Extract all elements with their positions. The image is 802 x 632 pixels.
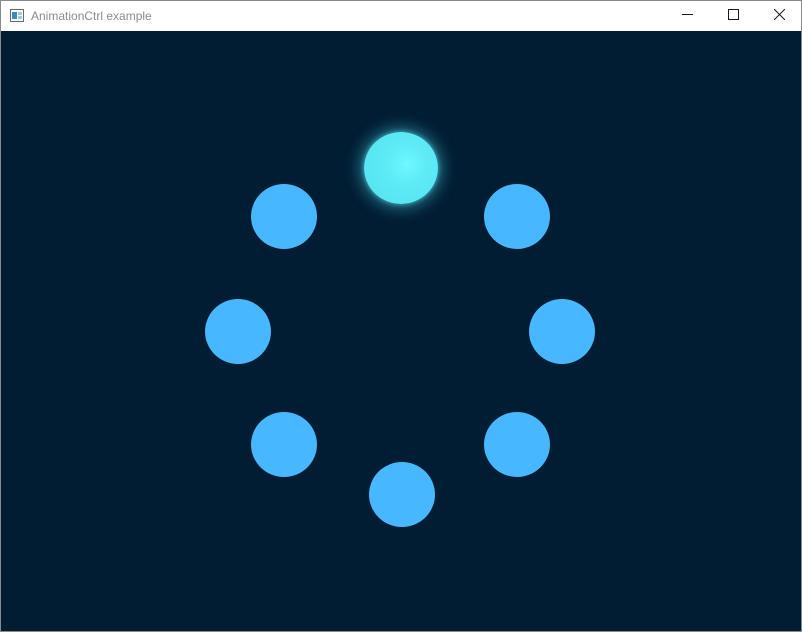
app-window-icon — [10, 9, 24, 22]
spinner-dot — [369, 462, 435, 527]
window-title: AnimationCtrl example — [31, 9, 152, 23]
close-icon — [773, 7, 785, 25]
close-button[interactable] — [756, 1, 801, 31]
spinner-dot-active — [364, 132, 438, 204]
app-window: AnimationCtrl example — [0, 0, 802, 632]
spinner-dot — [529, 299, 595, 364]
spinner-dot — [251, 184, 317, 249]
title-bar[interactable]: AnimationCtrl example — [1, 1, 801, 31]
maximize-button[interactable] — [710, 1, 756, 31]
spinner-dot — [251, 412, 317, 477]
spinner-dot — [205, 299, 271, 364]
minimize-icon — [681, 7, 693, 25]
animation-canvas — [1, 31, 801, 631]
spinner-dot — [484, 412, 550, 477]
maximize-icon — [727, 7, 739, 25]
minimize-button[interactable] — [664, 1, 710, 31]
spinner-dot — [484, 184, 550, 249]
